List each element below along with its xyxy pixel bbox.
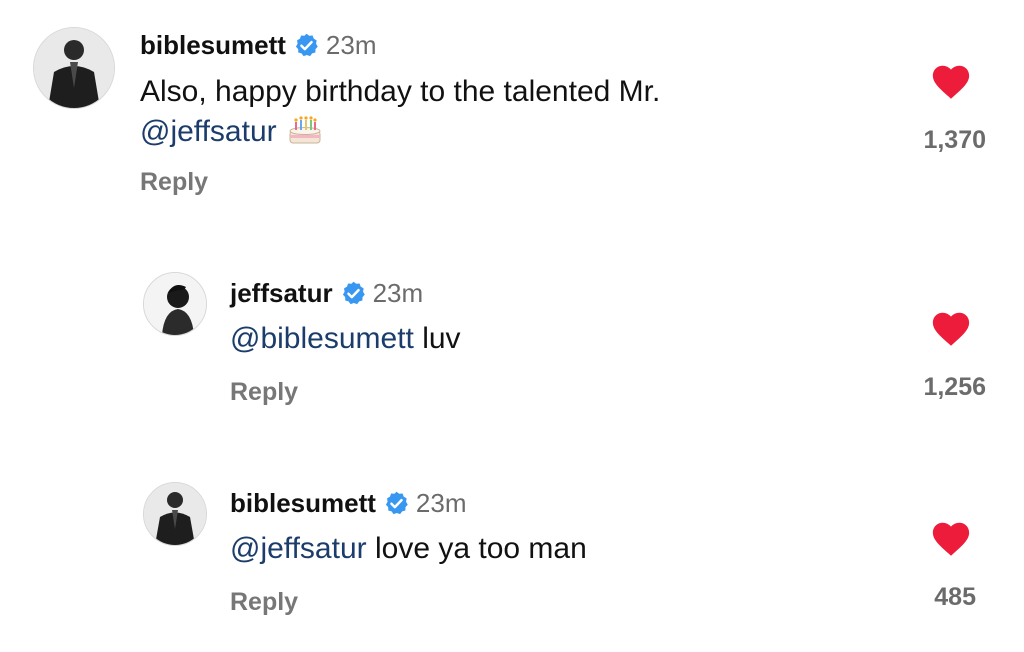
avatar[interactable] <box>33 27 115 109</box>
comment-text: @jeffsatur love ya too man <box>230 530 587 568</box>
avatar[interactable] <box>143 272 207 336</box>
avatar[interactable] <box>143 482 207 546</box>
comments-thread: biblesumett 23m Also, happy birthday to … <box>0 0 1024 652</box>
reply-button[interactable]: Reply <box>140 168 208 197</box>
reply-button[interactable]: Reply <box>230 378 298 407</box>
comment-text: Also, happy birthday to the talented Mr.… <box>140 73 660 151</box>
comment-text-rest: love ya too man <box>366 532 587 565</box>
comment-header: biblesumett 23m <box>230 488 467 519</box>
verified-badge-icon <box>293 32 320 59</box>
comment-text-rest: luv <box>413 322 461 355</box>
comment-header: biblesumett 23m <box>140 30 377 61</box>
verified-badge-icon <box>383 490 410 517</box>
timestamp: 23m <box>415 488 467 518</box>
username[interactable]: jeffsatur <box>230 278 333 309</box>
username[interactable]: biblesumett <box>230 488 376 519</box>
username[interactable]: biblesumett <box>140 30 286 61</box>
mention-link[interactable]: @jeffsatur <box>230 532 367 565</box>
mention-link[interactable]: @biblesumett <box>230 322 414 355</box>
birthday-cake-icon <box>287 111 323 147</box>
comment-header: jeffsatur 23m <box>230 278 423 309</box>
timestamp: 23m <box>372 278 424 308</box>
timestamp: 23m <box>325 30 377 60</box>
comment-text: @biblesumett luv <box>230 320 461 358</box>
heart-icon[interactable] <box>930 309 972 347</box>
comment-text-line: Also, happy birthday to the talented Mr. <box>140 75 661 108</box>
like-count[interactable]: 1,370 <box>866 126 986 155</box>
heart-icon[interactable] <box>930 519 972 557</box>
mention-link[interactable]: @jeffsatur <box>140 115 277 148</box>
reply-button[interactable]: Reply <box>230 588 298 617</box>
verified-badge-icon <box>340 280 367 307</box>
like-count[interactable]: 485 <box>856 583 976 612</box>
heart-icon[interactable] <box>930 62 972 100</box>
like-count[interactable]: 1,256 <box>866 373 986 402</box>
